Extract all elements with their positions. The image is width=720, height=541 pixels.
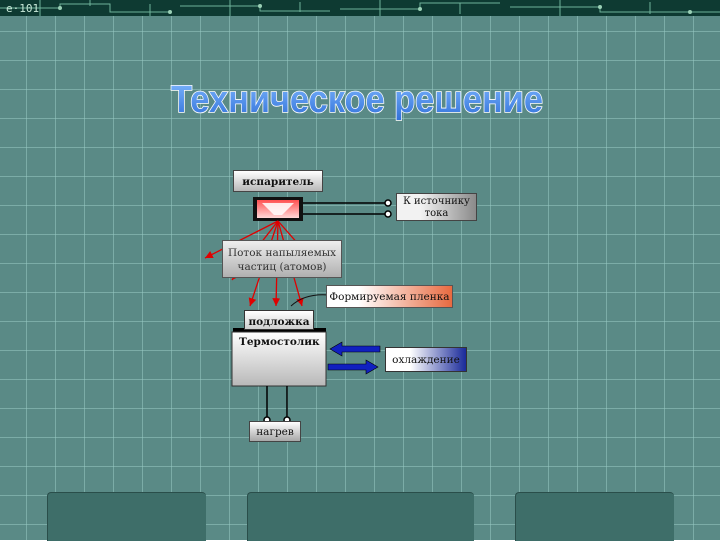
power-wires (303, 199, 392, 218)
heating-wires (263, 386, 291, 424)
film-label: Формируемая пленка (326, 285, 453, 308)
nav-button-3[interactable] (515, 492, 674, 541)
cooling-label: охлаждение (385, 347, 467, 372)
evaporator (253, 197, 303, 221)
evaporator-label: испаритель (233, 170, 323, 192)
substrate-label: подложка (244, 310, 314, 330)
slide: e·101 Техническое решение испаритель К и… (0, 0, 720, 541)
cooling-arrows (327, 341, 381, 375)
diagram-graphics (204, 197, 392, 424)
nav-button-2[interactable] (247, 492, 474, 541)
nav-button-1[interactable] (47, 492, 206, 541)
heating-label: нагрев (249, 421, 301, 442)
power-source-label: К источнику тока (396, 193, 477, 221)
particle-flux-label-line2: частиц (атомов) (237, 261, 327, 273)
particle-flux-label-line1: Поток напыляемых (227, 247, 337, 259)
heater-table-label: Термостолик (239, 336, 320, 348)
power-source-label-line2: тока (424, 208, 449, 219)
power-source-label-line1: К источнику (403, 196, 470, 207)
particle-flux-label: Поток напыляемых частиц (атомов) (222, 240, 342, 278)
film-pointer (290, 294, 330, 307)
